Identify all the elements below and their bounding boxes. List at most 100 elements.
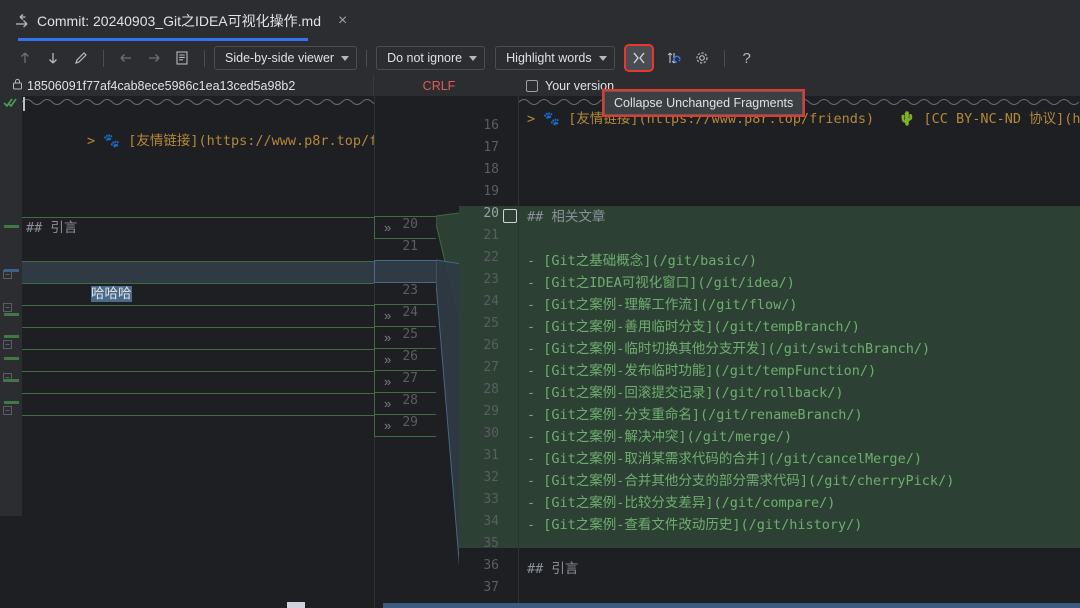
ignore-mode-dropdown[interactable]: Do not ignore [376, 46, 486, 70]
added-line-outline [22, 371, 374, 393]
collapse-fragments-tooltip: Collapse Unchanged Fragments [601, 89, 806, 117]
fold-icon-4[interactable] [3, 369, 12, 387]
tooltip-text: Collapse Unchanged Fragments [614, 96, 794, 110]
edit-pencil-button[interactable] [68, 46, 94, 70]
line-number: 22 [483, 250, 499, 265]
added-line-outline [22, 415, 374, 416]
change-marker[interactable] [4, 357, 19, 360]
code-line: ## 引言 [527, 561, 579, 577]
line-number: 26 [483, 338, 499, 353]
code-line: - [Git之案例-临时切换其他分支开发](/git/switchBranch/… [527, 341, 931, 357]
line-number: 18 [483, 162, 499, 177]
gutter-change-box [374, 216, 436, 239]
swap-sides-button[interactable] [661, 46, 687, 70]
file-lines-icon[interactable] [169, 46, 195, 70]
left-editor-pane[interactable]: > 🐾 [友情链接](https://www.p8r.top/friends) … [0, 96, 374, 608]
tab-bar: Commit: 20240903_Git之IDEA可视化操作.md × [0, 0, 1080, 41]
gutter-change-box [374, 304, 436, 327]
tab-commit-file[interactable]: Commit: 20240903_Git之IDEA可视化操作.md × [0, 0, 361, 41]
change-marker[interactable] [4, 313, 19, 316]
line-number: 33 [483, 492, 499, 507]
active-tab-underline [18, 38, 308, 41]
diff-toolbar: Side-by-side viewer Do not ignore Highli… [0, 41, 1080, 75]
gutter-change-box [374, 370, 436, 393]
chevron-down-icon [469, 55, 478, 61]
help-question-button[interactable]: ? [734, 46, 760, 70]
line-number: 17 [483, 140, 499, 155]
left-line-number-gutter: 20 21 22 23 24 25 26 27 28 29 » » » » » … [374, 96, 436, 608]
gutter-change-box [374, 348, 436, 371]
navigate-back-button[interactable] [113, 46, 139, 70]
gutter-bg-unchanged-2 [459, 548, 519, 608]
revision-hash: 18506091f77af4cab8ece5986c1ea13ced5a98b2 [27, 78, 296, 93]
next-difference-button[interactable] [40, 46, 66, 70]
code-line: - [Git之案例-取消某需求代码的合并](/git/cancelMerge/) [527, 451, 922, 467]
collapse-unchanged-fragments-button[interactable] [623, 44, 654, 72]
toolbar-separator [103, 49, 104, 67]
right-line-number-gutter: 16 17 18 19 20 21 22 23 24 25 26 27 28 2… [459, 96, 519, 608]
code-line: - [Git之案例-比较分支差异](/git/compare/) [527, 495, 836, 511]
line-number: 35 [483, 536, 499, 551]
tab-close-icon[interactable]: × [334, 11, 351, 31]
navigate-forward-button[interactable] [141, 46, 167, 70]
fold-icon-5[interactable] [3, 402, 12, 420]
line-number: 16 [483, 118, 499, 133]
line-number: 19 [483, 184, 499, 199]
code-line: - [Git之案例-解决冲突](/git/merge/) [527, 429, 793, 445]
highlight-mode-dropdown[interactable]: Highlight words [495, 46, 615, 70]
line-number: 24 [483, 294, 499, 309]
double-check-icon [3, 96, 20, 116]
change-marker[interactable] [4, 269, 19, 272]
toolbar-separator-3 [366, 49, 368, 67]
added-line-outline [22, 327, 374, 349]
change-marker[interactable] [4, 225, 19, 228]
collapsed-fragment-wave [22, 99, 374, 105]
line-number: 32 [483, 470, 499, 485]
fold-icon-3[interactable] [3, 336, 12, 354]
chevron-down-icon [598, 55, 607, 61]
line-number: 25 [483, 316, 499, 331]
code-line: - [Git之案例-查看文件改动历史](/git/history/) [527, 517, 863, 533]
settings-gear-button[interactable] [689, 46, 715, 70]
gutter-change-box [374, 392, 436, 415]
toolbar-separator-2 [204, 49, 205, 67]
chevron-down-icon [341, 55, 350, 61]
toolbar-separator-4 [723, 49, 725, 67]
change-marker[interactable] [4, 401, 19, 404]
bottom-handle[interactable] [287, 602, 305, 608]
line-number: 23 [483, 272, 499, 287]
revision-info-row: 18506091f77af4cab8ece5986c1ea13ced5a98b2… [0, 75, 1080, 96]
commit-arrow-icon [14, 13, 30, 29]
revision-hash-cell: 18506091f77af4cab8ece5986c1ea13ced5a98b2 [0, 75, 374, 96]
gutter-change-box-selected [374, 260, 436, 283]
line-number: 23 [402, 283, 418, 298]
accept-change-checkbox[interactable] [503, 209, 517, 223]
code-line: - [Git之IDEA可视化窗口](/git/idea/) [527, 275, 795, 291]
added-line-outline [22, 305, 374, 327]
code-line: - [Git之案例-发布临时功能](/git/tempFunction/) [527, 363, 877, 379]
gutter-change-box [374, 326, 436, 349]
previous-difference-button[interactable] [12, 46, 38, 70]
bottom-selection-strip [383, 603, 1080, 608]
line-number: 27 [483, 360, 499, 375]
change-marker[interactable] [4, 335, 19, 338]
line-number: 31 [483, 448, 499, 463]
line-number: 34 [483, 514, 499, 529]
change-marker[interactable] [4, 379, 19, 382]
your-version-checkbox[interactable] [526, 79, 538, 92]
diff-viewer-window: Commit: 20240903_Git之IDEA可视化操作.md × Side… [0, 0, 1080, 608]
code-line: 哈哈哈 [26, 261, 132, 302]
code-line: - [Git之案例-合并其他分支的部分需求代码](/git/cherryPick… [527, 473, 955, 489]
line-number: 20 [483, 206, 499, 221]
code-line: - [Git之基础概念](/git/basic/) [527, 253, 758, 269]
code-line: - [Git之案例-回滚提交记录](/git/rollback/) [527, 385, 844, 401]
code-line: - [Git之案例-分支重命名](/git/renameBranch/) [527, 407, 863, 423]
code-line: ## 相关文章 [527, 209, 606, 225]
line-number: 21 [402, 239, 418, 254]
line-separator-label: CRLF [422, 78, 456, 93]
right-editor-pane[interactable]: > 🐾 [友情链接](https://www.p8r.top/friends) … [519, 96, 1080, 608]
code-line: - [Git之案例-理解工作流](/git/flow/) [527, 297, 798, 313]
added-line-outline [22, 349, 374, 371]
viewer-mode-dropdown[interactable]: Side-by-side viewer [214, 46, 358, 70]
your-version-checkbox-row[interactable]: Your version [526, 79, 614, 93]
